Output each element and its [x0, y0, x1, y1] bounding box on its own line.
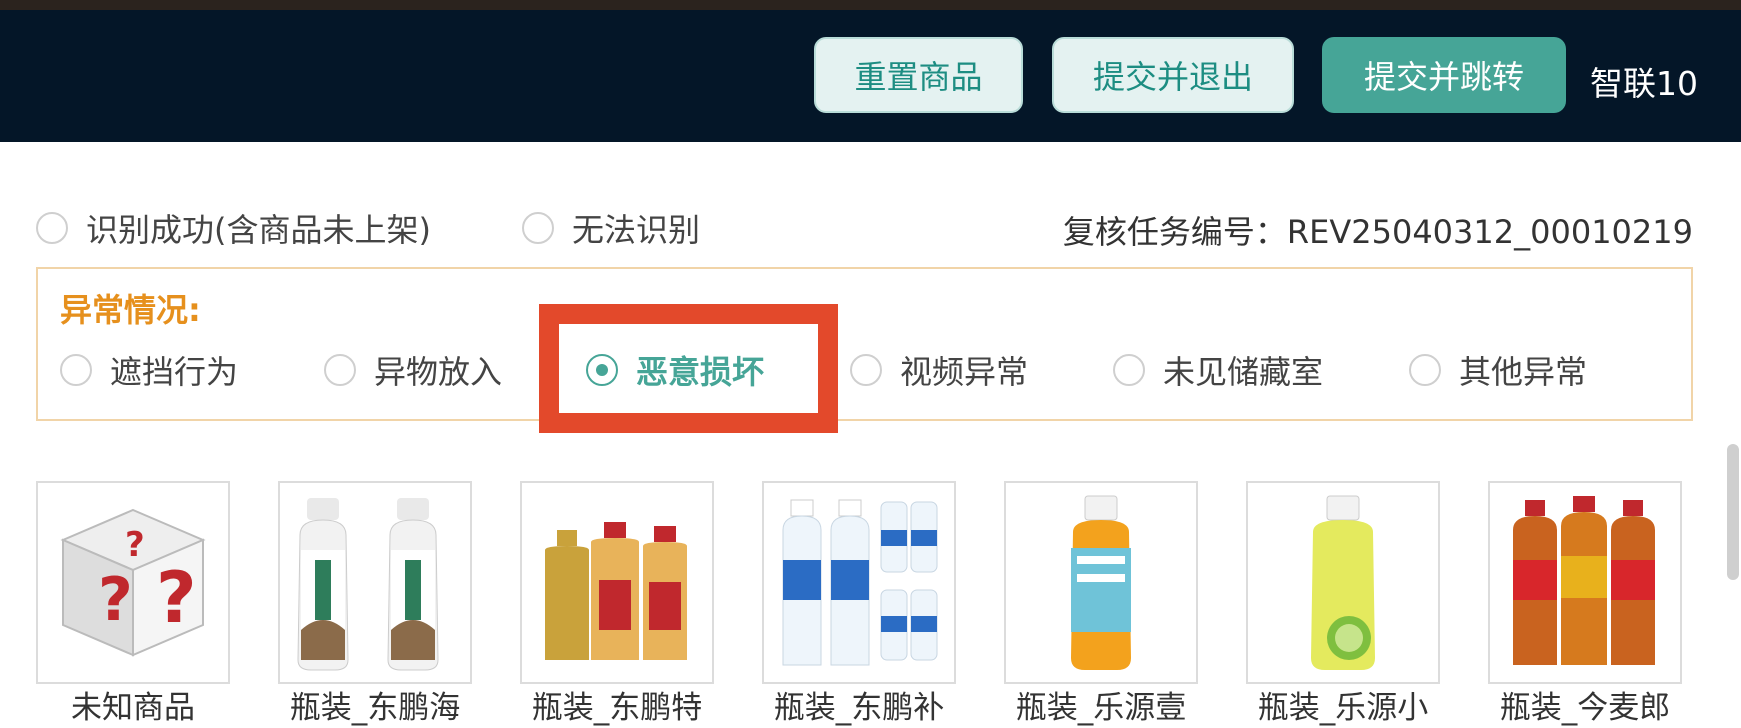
submit-and-exit-button[interactable]: 提交并退出: [1052, 37, 1294, 113]
review-task-id: 复核任务编号：REV25040312_00010219: [1062, 213, 1693, 251]
svg-text:?: ?: [125, 525, 145, 565]
radio-circle[interactable]: [324, 354, 356, 386]
abnormal-option-label: 异物放入: [374, 353, 503, 391]
radio-circle-checked[interactable]: [586, 354, 618, 386]
product-name: 瓶装_今麦郎冰红茶柠檬味: [1492, 690, 1678, 728]
product-card[interactable]: 瓶装_东鹏补水啦电解质饮: [762, 481, 956, 728]
abnormal-option-no-storage[interactable]: 未见储藏室: [1113, 348, 1323, 392]
bottle-lime-juice-icon: [1246, 481, 1440, 684]
product-name: 瓶装_乐源壹品橙汁饮料_3: [1006, 690, 1196, 728]
product-card[interactable]: 瓶装_东鹏海岛椰椰汁植物: [278, 481, 472, 728]
bottle-orange-juice-icon: [1004, 481, 1198, 684]
abnormal-option-video[interactable]: 视频异常: [850, 348, 1028, 392]
product-name: 瓶装_乐源小青柠复合果汁: [1250, 690, 1436, 728]
recognized-success-option[interactable]: 识别成功(含商品未上架): [36, 206, 431, 250]
bottle-coconut-juice-icon: [278, 481, 472, 684]
abnormal-option-label: 视频异常: [900, 353, 1029, 391]
abnormal-option-occlusion[interactable]: 遮挡行为: [60, 348, 238, 392]
recognized-success-label: 识别成功(含商品未上架): [86, 211, 431, 249]
abnormal-option-malicious-damage[interactable]: 恶意损坏: [586, 348, 764, 392]
radio-circle[interactable]: [850, 354, 882, 386]
product-grid: ? ? ? 未知商品 瓶装_东鹏海岛椰椰汁植物: [36, 481, 1686, 728]
abnormal-section: [36, 267, 1693, 421]
vertical-scrollbar[interactable]: [1727, 444, 1739, 580]
product-card[interactable]: 瓶装_乐源小青柠复合果汁: [1246, 481, 1440, 728]
unrecognizable-option[interactable]: 无法识别: [522, 206, 700, 250]
product-card[interactable]: 瓶装_东鹏特饮维生素功能: [520, 481, 714, 728]
product-name: 瓶装_东鹏补水啦电解质饮: [766, 690, 952, 728]
radio-circle[interactable]: [1409, 354, 1441, 386]
abnormal-title: 异常情况:: [60, 291, 201, 329]
bottle-iced-tea-icon: [1488, 481, 1682, 684]
bottle-energy-drink-icon: [520, 481, 714, 684]
product-card[interactable]: 瓶装_今麦郎冰红茶柠檬味: [1488, 481, 1682, 728]
submit-and-jump-button[interactable]: 提交并跳转: [1322, 37, 1566, 113]
abnormal-option-foreign-object[interactable]: 异物放入: [324, 348, 502, 392]
product-card[interactable]: ? ? ? 未知商品: [36, 481, 230, 727]
product-name: 瓶装_东鹏海岛椰椰汁植物: [282, 690, 468, 728]
svg-text:?: ?: [156, 557, 197, 639]
user-name: 智联10: [1590, 64, 1698, 103]
unrecognizable-label: 无法识别: [572, 211, 701, 249]
radio-circle[interactable]: [1113, 354, 1145, 386]
abnormal-option-label: 遮挡行为: [110, 353, 239, 391]
header-bar: 重置商品 提交并退出 提交并跳转 智联10: [0, 10, 1741, 142]
product-name: 瓶装_东鹏特饮维生素功能: [524, 690, 710, 728]
reset-products-button[interactable]: 重置商品: [814, 37, 1023, 113]
radio-circle[interactable]: [522, 212, 554, 244]
radio-circle[interactable]: [36, 212, 68, 244]
abnormal-option-label: 其他异常: [1459, 353, 1588, 391]
abnormal-option-label: 恶意损坏: [636, 353, 765, 391]
product-card[interactable]: 瓶装_乐源壹品橙汁饮料_3: [1004, 481, 1198, 728]
unknown-product-cube-icon: ? ? ?: [36, 481, 230, 684]
product-name: 未知商品: [71, 690, 195, 726]
window-top-strip: [0, 0, 1741, 10]
abnormal-option-other[interactable]: 其他异常: [1409, 348, 1587, 392]
bottle-electrolyte-water-icon: [762, 481, 956, 684]
abnormal-option-label: 未见储藏室: [1163, 353, 1324, 391]
radio-circle[interactable]: [60, 354, 92, 386]
svg-text:?: ?: [98, 565, 133, 635]
